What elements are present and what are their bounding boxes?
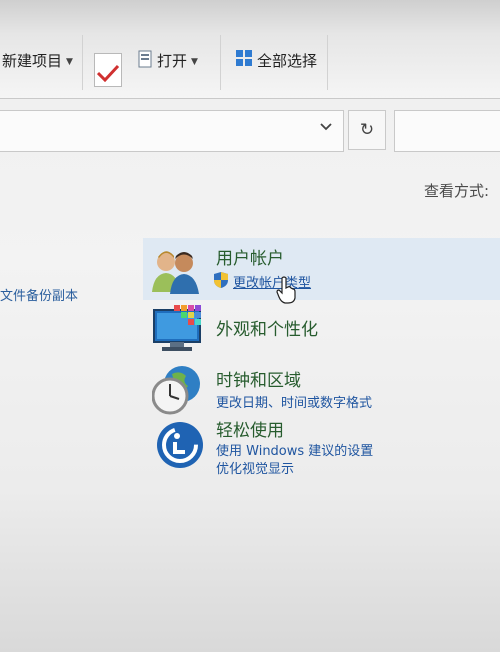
refresh-button[interactable]: ↻ — [348, 110, 386, 150]
address-dropdown-icon[interactable] — [320, 120, 332, 136]
change-date-time-format-link[interactable]: 更改日期、时间或数字格式 — [216, 392, 372, 411]
dropdown-caret-icon: ▼ — [191, 57, 198, 67]
address-bar[interactable] — [0, 110, 344, 152]
appearance-personalization-title[interactable]: 外观和个性化 — [216, 315, 318, 340]
optimize-visual-display-link[interactable]: 优化视觉显示 — [216, 458, 294, 477]
user-accounts-title[interactable]: 用户帐户 — [216, 244, 284, 269]
open-label: 打开 — [157, 52, 188, 70]
use-windows-recommended-settings-link[interactable]: 使用 Windows 建议的设置 — [216, 440, 373, 459]
clock-region-title[interactable]: 时钟和区域 — [216, 366, 301, 391]
new-item-button[interactable]: 新建项目 ▼ — [2, 50, 73, 71]
clock-globe-icon[interactable] — [152, 364, 204, 416]
ribbon-divider — [327, 35, 328, 90]
change-account-type-link[interactable]: 更改帐户类型 — [233, 272, 311, 291]
ease-of-access-title[interactable]: 轻松使用 — [216, 416, 284, 441]
monitor-personalization-icon[interactable] — [152, 304, 204, 354]
select-all-button[interactable]: 全部选择 — [257, 50, 317, 71]
search-input[interactable] — [394, 110, 500, 152]
select-all-icon — [236, 50, 252, 66]
select-all-label: 全部选择 — [257, 52, 318, 70]
dropdown-caret-icon: ▼ — [66, 57, 73, 67]
ribbon-divider — [220, 35, 221, 90]
properties-icon[interactable] — [94, 53, 122, 87]
uac-shield-icon — [214, 272, 228, 288]
hand-cursor-icon — [276, 276, 296, 304]
ribbon-toolbar: 新建项目 ▼ 打开 ▼ 全部选择 — [0, 0, 500, 99]
file-backup-link[interactable]: 文件备份副本 — [0, 285, 78, 304]
open-icon — [138, 50, 152, 68]
users-icon[interactable] — [151, 248, 201, 294]
ribbon-divider — [82, 35, 83, 90]
view-by-label: 查看方式: — [424, 182, 490, 200]
refresh-icon: ↻ — [359, 120, 375, 140]
open-button[interactable]: 打开 ▼ — [157, 50, 198, 71]
ease-of-access-icon[interactable] — [155, 420, 205, 470]
new-item-label: 新建项目 — [2, 52, 63, 70]
